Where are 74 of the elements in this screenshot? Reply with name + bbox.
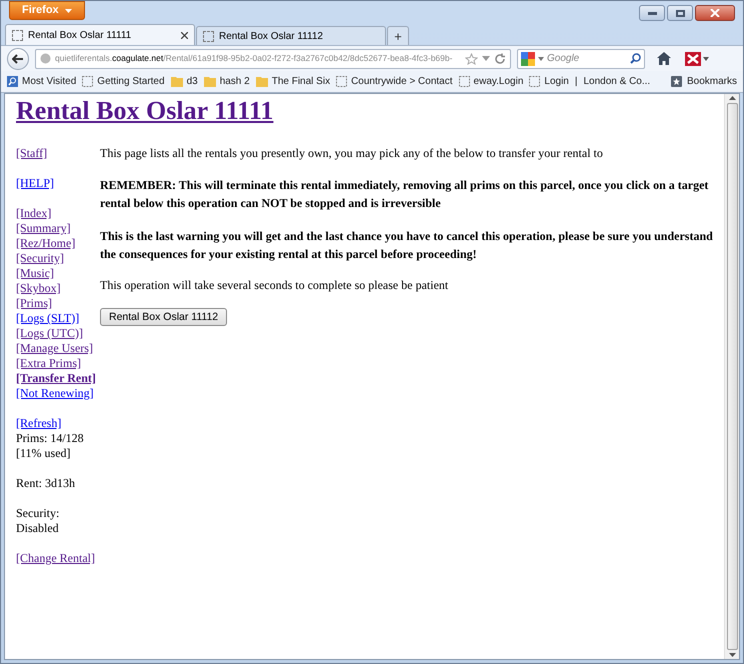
sidebar-link[interactable]: [Extra Prims] [16, 356, 81, 371]
address-bar[interactable]: quietliferentals.coagulate.net/Rental/61a91f98-95b2-0a02-f272-f3a2767c0b42/8dc52677-bea8-4fc3-b69b- [35, 48, 511, 68]
scroll-up-icon[interactable] [728, 96, 736, 100]
bookmark-link[interactable]: Login [529, 74, 569, 89]
bookmark-link[interactable]: Most Visited [7, 74, 76, 89]
page-icon [82, 76, 94, 87]
star-icon [670, 76, 682, 87]
rental-button[interactable]: Rental Box Oslar 11112 [100, 308, 228, 326]
info-paragraph: This page lists all the rentals you presently own, you may pick any of the below to transfer your rental to [100, 146, 604, 161]
search-input[interactable]: Google [547, 51, 627, 66]
bookmarks-menu-button[interactable]: Bookmarks [670, 74, 737, 89]
url-text: quietliferentals.coagulate.net/Rental/61a91f98-95b2-0a02-f272-f3a2767c0b42/8dc52677-bea8-4fc3-b69b- [55, 52, 454, 65]
bookmark-link[interactable]: d3 [170, 74, 198, 89]
info-paragraph: This operation will take several seconds to complete so please be patient [100, 278, 450, 293]
caret-icon [64, 8, 72, 12]
page-icon [336, 76, 348, 87]
search-bar[interactable]: Google [517, 48, 645, 68]
scrollbar[interactable] [724, 94, 739, 659]
sidebar-link[interactable]: [Rez/Home] [16, 236, 76, 251]
search-engine-icon[interactable] [521, 52, 535, 66]
back-button[interactable] [7, 48, 29, 70]
sidebar-link[interactable]: [Refresh] [16, 416, 62, 431]
page-icon [458, 76, 470, 87]
reload-icon[interactable] [494, 52, 506, 64]
sidebar-link[interactable]: [Staff] [16, 146, 48, 161]
maximize-button[interactable] [667, 5, 693, 21]
separator-text: | [574, 75, 578, 89]
dropdown-icon[interactable] [538, 56, 544, 60]
sidebar-link[interactable]: [Summary] [16, 221, 71, 236]
search-icon[interactable] [630, 53, 641, 64]
sidebar-link[interactable]: [Manage Users] [16, 341, 93, 356]
close-icon[interactable] [181, 32, 188, 38]
sidebar-link[interactable]: [Index] [16, 206, 52, 221]
page-icon [529, 76, 540, 87]
sidebar-text: Disabled [16, 521, 59, 536]
folder-icon [256, 76, 268, 87]
sidebar-link[interactable]: [Logs (SLT)] [16, 311, 80, 326]
bookmark-link[interactable]: Countrywide > Contact [336, 74, 453, 89]
sidebar-link[interactable]: [Transfer Rent] [16, 371, 96, 386]
minimize-button[interactable] [639, 5, 665, 21]
star-icon[interactable] [465, 52, 478, 64]
scroll-down-icon[interactable] [728, 653, 736, 657]
bookmark-link[interactable]: The Final Six [256, 74, 330, 89]
browser-tab[interactable]: Rental Box Oslar 11112 [196, 26, 386, 45]
sidebar-link[interactable]: [Change Rental] [16, 551, 95, 566]
sidebar-link[interactable]: [Music] [16, 266, 54, 281]
new-tab-button[interactable]: + [387, 26, 409, 45]
sidebar-link[interactable]: [Not Renewing] [16, 386, 94, 401]
sidebar-text: Rent: 3d13h [16, 476, 75, 491]
folder-icon [170, 76, 183, 87]
magnifier-icon [7, 76, 18, 87]
warning-paragraph: This is the last warning you will get and the last chance you have to cancel this operation, please be sure you understand the consequences for your existing rental at this parcel before proceeding! [100, 228, 714, 263]
warning-paragraph: REMEMBER: This will terminate this rental immediately, removing all prims on this parcel, once you click on a target rental below this operation can NOT be stopped and is irreversible [100, 177, 710, 212]
bookmark-link[interactable]: London & Co... [583, 74, 650, 89]
sidebar-link[interactable]: [HELP] [16, 176, 54, 191]
folder-icon [204, 76, 216, 87]
sidebar-text: [11% used] [16, 446, 71, 461]
browser-tab[interactable]: Rental Box Oslar 11111 [5, 24, 195, 45]
dropdown-icon[interactable] [482, 56, 490, 62]
back-arrow-icon [12, 54, 24, 64]
sidebar-text: Prims: 14/128 [16, 431, 84, 446]
bookmark-link[interactable]: Getting Started [82, 74, 165, 89]
close-icon [710, 9, 720, 17]
sidebar-link[interactable]: [Logs (UTC)] [16, 326, 83, 341]
page-title-link[interactable]: Rental Box Oslar 11111 [16, 96, 274, 126]
sidebar-text: Security: [16, 506, 60, 521]
sidebar-link[interactable]: [Security] [16, 251, 64, 266]
home-icon[interactable] [657, 52, 671, 65]
addon-icon[interactable] [685, 52, 709, 66]
sidebar-link[interactable]: [Prims] [16, 296, 52, 311]
sidebar-link[interactable]: [Skybox] [16, 281, 61, 296]
bookmark-link[interactable]: hash 2 [204, 74, 250, 89]
close-button[interactable] [695, 5, 735, 21]
bookmark-link[interactable]: eway.Login [458, 74, 524, 89]
